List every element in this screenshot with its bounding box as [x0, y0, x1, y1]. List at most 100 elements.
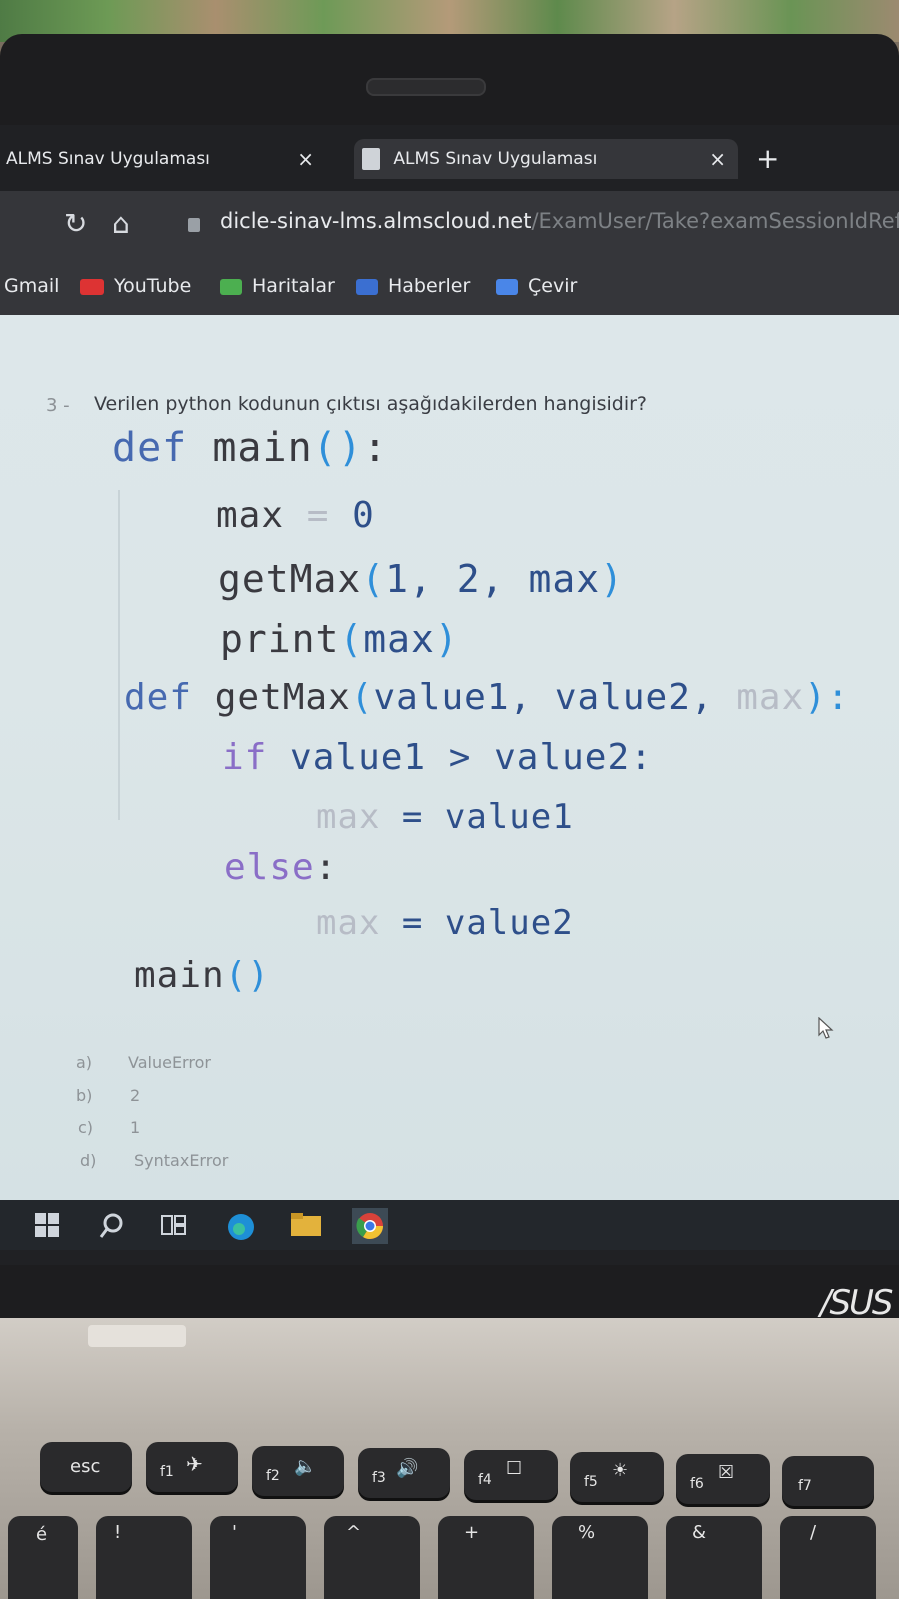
tab-2-close-icon[interactable]: × — [709, 139, 726, 179]
tab-bar: ALMS Sınav Uygulaması × ALMS Sınav Uygul… — [0, 125, 899, 191]
chrome-icon[interactable] — [352, 1208, 388, 1244]
code-fn-main: main — [134, 955, 225, 996]
code-paren: () — [312, 425, 363, 471]
code-paren: ) — [434, 617, 459, 661]
option-c-letter[interactable]: c) — [78, 1118, 93, 1137]
translate-icon — [496, 278, 518, 295]
tab-1-title: ALMS Sınav Uygulaması — [6, 149, 210, 169]
key-2[interactable]: ' — [210, 1516, 306, 1599]
code-keyword-else: else — [224, 847, 315, 888]
key-f4-label: f4 — [478, 1472, 492, 1488]
bookmark-haberler[interactable]: Haberler — [356, 275, 470, 297]
file-explorer-icon[interactable] — [290, 1212, 322, 1238]
mouse-cursor-icon — [818, 1017, 834, 1039]
code-fn-main: main — [212, 425, 313, 471]
key-6[interactable]: & — [666, 1516, 762, 1599]
bookmark-youtube-label: YouTube — [114, 275, 192, 297]
code-param-unused: max — [736, 677, 805, 718]
search-icon[interactable] — [98, 1212, 126, 1240]
laptop-screen: ALMS Sınav Uygulaması × ALMS Sınav Uygul… — [0, 125, 899, 1265]
bookmark-haberler-label: Haberler — [388, 275, 471, 297]
code-paren: ( — [361, 557, 386, 601]
key-2-label: ' — [232, 1522, 237, 1543]
bookmark-youtube[interactable]: YouTube — [80, 275, 191, 297]
code-fn-getmax: getMax — [214, 677, 351, 718]
key-1-label: ! — [114, 1522, 122, 1543]
laptop-hinge — [88, 1325, 186, 1347]
code-line-1: def main(): — [112, 425, 388, 471]
key-3-label: ^ — [346, 1522, 362, 1543]
url-host: dicle-sinav-lms.almscloud.net — [220, 209, 532, 233]
bookmark-cevir[interactable]: Çevir — [496, 275, 577, 297]
option-a-text[interactable]: ValueError — [128, 1053, 211, 1072]
code-number: 0 — [352, 495, 375, 536]
tab-1[interactable]: ALMS Sınav Uygulaması × — [6, 139, 326, 179]
bookmark-gmail[interactable]: Gmail — [4, 275, 59, 297]
code-paren: ): — [804, 677, 850, 718]
task-view-icon[interactable] — [160, 1212, 188, 1238]
key-e-acute[interactable]: é — [8, 1516, 78, 1599]
exam-page: 3 - Verilen python kodunun çıktısı aşağı… — [0, 315, 899, 1200]
code-paren: () — [224, 955, 271, 996]
key-4[interactable]: + — [438, 1516, 534, 1599]
code-keyword-def: def — [124, 677, 193, 718]
key-f7-label: f7 — [798, 1478, 812, 1494]
tab-1-close-icon[interactable]: × — [297, 139, 314, 179]
code-line-4: print(max) — [220, 617, 459, 661]
code-keyword-if: if — [222, 737, 268, 778]
news-icon — [356, 278, 378, 295]
address-bar[interactable]: dicle-sinav-lms.almscloud.net/ExamUser/T… — [220, 209, 899, 233]
key-7[interactable]: / — [780, 1516, 876, 1599]
new-tab-icon[interactable]: + — [756, 145, 779, 173]
volume-up-icon: 🔊 — [396, 1458, 419, 1479]
key-f4[interactable]: f4 ☐ — [464, 1450, 558, 1500]
windows-start-icon[interactable] — [34, 1212, 60, 1238]
browser-toolbar: ↻ ⌂ dicle-sinav-lms.almscloud.net/ExamUs… — [0, 191, 899, 261]
key-f2-label: f2 — [266, 1468, 280, 1484]
document-icon — [362, 148, 380, 170]
code-fn-print: print — [220, 617, 340, 661]
code-line-6: if value1 > value2: — [222, 737, 653, 778]
option-d-text[interactable]: SyntaxError — [134, 1151, 228, 1170]
key-f7[interactable]: f7 — [782, 1456, 874, 1506]
tab-2-active[interactable]: ALMS Sınav Uygulaması × — [354, 139, 738, 179]
option-a-letter[interactable]: a) — [76, 1053, 92, 1072]
code-keyword-def: def — [112, 425, 188, 471]
volume-mute-icon: 🔈 — [294, 1456, 317, 1477]
maps-icon — [220, 278, 242, 295]
key-3[interactable]: ^ — [324, 1516, 420, 1599]
edge-browser-icon[interactable] — [226, 1212, 256, 1242]
code-line-5: def getMax(value1, value2, max): — [124, 677, 850, 718]
option-d-letter[interactable]: d) — [80, 1151, 96, 1170]
code-condition: value1 > value2: — [290, 737, 653, 778]
code-eq: = — [306, 495, 330, 536]
key-esc[interactable]: esc — [40, 1442, 132, 1492]
key-f2[interactable]: f2 🔈 — [252, 1446, 344, 1496]
webcam — [366, 78, 486, 96]
key-f6-label: f6 — [690, 1476, 704, 1492]
bookmark-haritalar[interactable]: Haritalar — [220, 275, 335, 297]
key-5[interactable]: % — [552, 1516, 648, 1599]
tab-2-title: ALMS Sınav Uygulaması — [393, 149, 598, 169]
airplane-mode-icon: ✈ — [186, 1452, 203, 1476]
reload-icon[interactable]: ↻ — [64, 207, 87, 240]
key-f5[interactable]: f5 ☀ — [570, 1452, 664, 1502]
key-7-label: / — [810, 1522, 817, 1543]
key-esc-label: esc — [70, 1456, 101, 1477]
code-line-10: main() — [134, 955, 270, 996]
home-icon[interactable]: ⌂ — [112, 207, 130, 240]
option-b-letter[interactable]: b) — [76, 1086, 92, 1105]
code-params: value1, value2, — [373, 677, 714, 718]
code-colon: : — [314, 847, 338, 888]
key-f6[interactable]: f6 ☒ — [676, 1454, 770, 1504]
question-text: Verilen python kodunun çıktısı aşağıdaki… — [94, 393, 648, 415]
youtube-icon — [80, 278, 104, 295]
option-b-text[interactable]: 2 — [130, 1086, 140, 1105]
code-assign: = value1 — [401, 797, 574, 837]
code-line-8: else: — [224, 847, 337, 888]
key-1[interactable]: ! — [96, 1516, 192, 1599]
windows-taskbar — [0, 1200, 899, 1250]
option-c-text[interactable]: 1 — [130, 1118, 140, 1137]
key-f1[interactable]: f1 ✈ — [146, 1442, 238, 1492]
key-f3[interactable]: f3 🔊 — [358, 1448, 450, 1498]
